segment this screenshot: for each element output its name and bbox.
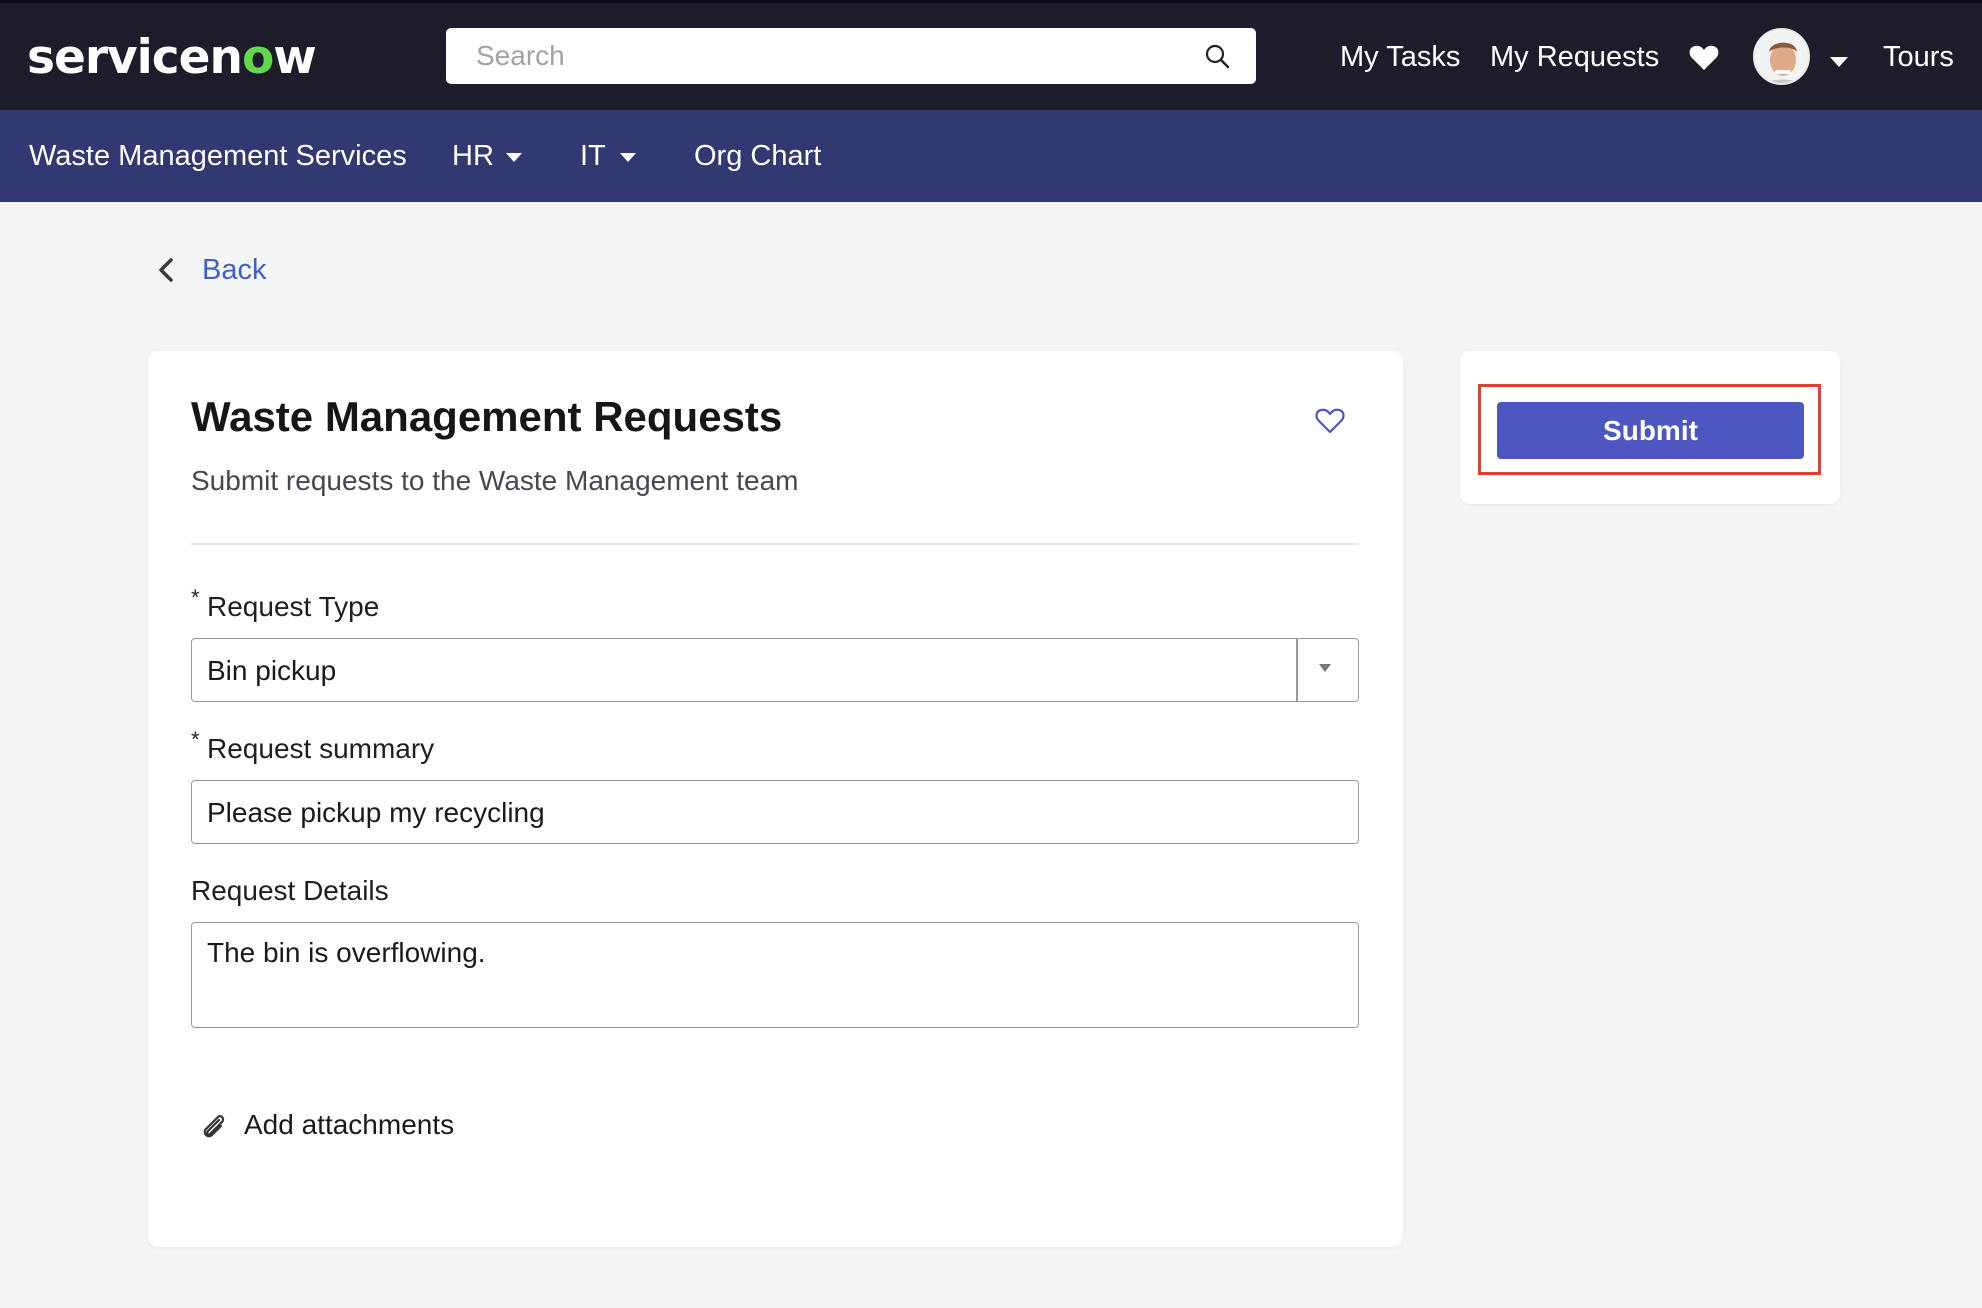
search-input[interactable] [446,28,1186,84]
chevron-down-icon[interactable] [506,153,522,162]
my-tasks-link[interactable]: My Tasks [1340,39,1460,75]
favorite-heart-icon[interactable] [1315,407,1345,435]
avatar[interactable] [1753,28,1810,85]
request-summary-value: Please pickup my recycling [207,797,545,828]
nav-item-org-chart[interactable]: Org Chart [694,138,821,174]
form-subtitle: Submit requests to the Waste Management … [191,465,799,496]
servicenow-logo[interactable]: servicenow [27,30,317,86]
request-details-textarea[interactable]: The bin is overflowing. [191,922,1359,1028]
request-type-label: Request Type [207,591,380,622]
select-separator [1296,639,1298,701]
submit-panel: Submit [1460,351,1840,504]
paperclip-icon[interactable] [198,1111,230,1143]
tours-link[interactable]: Tours [1883,39,1954,75]
nav-item-waste-management[interactable]: Waste Management Services [29,138,407,174]
add-attachments-label[interactable]: Add attachments [244,1107,454,1143]
request-details-label: Request Details [191,875,389,906]
divider [191,543,1359,545]
request-type-select[interactable]: Bin pickup [191,638,1359,702]
search-icon[interactable] [1204,43,1230,69]
required-mark: * [191,585,200,610]
request-type-value: Bin pickup [207,655,337,686]
dropdown-arrow-icon[interactable] [1319,664,1331,672]
my-requests-link[interactable]: My Requests [1490,39,1659,75]
search-box [446,28,1256,84]
required-mark: * [191,727,200,752]
back-label[interactable]: Back [202,252,266,288]
chevron-down-icon[interactable] [1830,57,1848,67]
nav-item-it[interactable]: IT [580,138,606,174]
submit-button[interactable]: Submit [1497,402,1804,459]
chevron-left-icon[interactable] [156,257,174,283]
request-summary-label: Request summary [207,733,435,764]
form-title: Waste Management Requests [191,393,783,440]
chevron-down-icon[interactable] [620,153,636,162]
request-details-value: The bin is overflowing. [207,937,486,968]
top-header: servicenow My Tasks My Requests Tours [0,0,1982,110]
request-form-card: Waste Management Requests Submit request… [148,351,1403,1247]
heart-icon[interactable] [1689,44,1719,71]
request-summary-input[interactable]: Please pickup my recycling [191,780,1359,844]
portal-nav: Waste Management Services HR IT Org Char… [0,110,1982,202]
nav-item-hr[interactable]: HR [452,138,494,174]
